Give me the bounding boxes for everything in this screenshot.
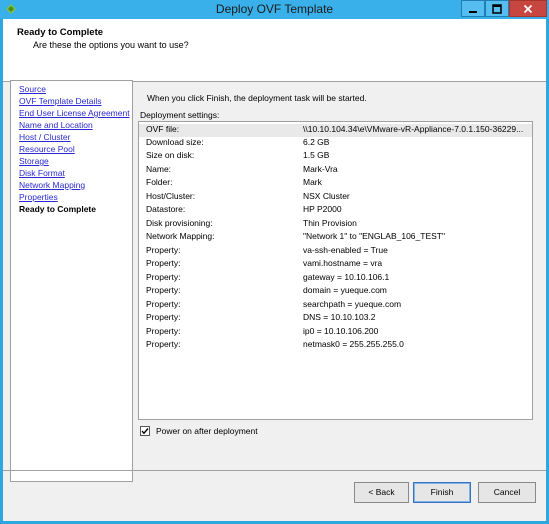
setting-key: Download size: — [146, 137, 204, 147]
cancel-button[interactable]: Cancel — [478, 482, 536, 503]
maximize-icon — [492, 4, 502, 14]
settings-row[interactable]: Name: Mark-Vra — [139, 164, 532, 177]
power-on-checkbox[interactable] — [140, 426, 150, 436]
close-icon — [523, 4, 533, 14]
setting-key: Disk provisioning: — [146, 218, 213, 228]
minimize-button[interactable] — [461, 0, 485, 17]
settings-row[interactable]: Host/Cluster: NSX Cluster — [139, 191, 532, 204]
setting-value: searchpath = yueque.com — [303, 299, 402, 309]
settings-row[interactable]: Property: vami.hostname = vra — [139, 258, 532, 271]
setting-value: "Network 1" to "ENGLAB_106_TEST" — [303, 231, 445, 241]
wizard-header: Ready to Complete Are these the options … — [3, 19, 546, 82]
setting-value: 6.2 GB — [303, 137, 330, 147]
setting-key: Property: — [146, 326, 181, 336]
settings-row[interactable]: Disk provisioning: Thin Provision — [139, 218, 532, 231]
dialog-client-area: Ready to Complete Are these the options … — [3, 19, 546, 521]
maximize-button[interactable] — [485, 0, 509, 17]
settings-row[interactable]: Property: va-ssh-enabled = True — [139, 245, 532, 258]
settings-row[interactable]: Property: domain = yueque.com — [139, 285, 532, 298]
deploy-ovf-window: Deploy OVF Template Ready to Complete Ar… — [0, 0, 549, 524]
nav-step-ovf-template-details[interactable]: OVF Template Details — [19, 96, 102, 106]
footer-divider — [3, 470, 546, 471]
finish-button[interactable]: Finish — [413, 482, 471, 503]
checkmark-icon — [141, 428, 149, 435]
setting-key: Property: — [146, 312, 181, 322]
nav-step-properties[interactable]: Properties — [19, 192, 58, 202]
setting-key: Property: — [146, 339, 181, 349]
setting-value: va-ssh-enabled = True — [303, 245, 388, 255]
settings-row[interactable]: Property: gateway = 10.10.106.1 — [139, 272, 532, 285]
setting-key: Network Mapping: — [146, 231, 215, 241]
setting-key: Property: — [146, 258, 181, 268]
page-title: Ready to Complete — [17, 27, 104, 38]
finish-intro-text: When you click Finish, the deployment ta… — [147, 93, 367, 103]
settings-row[interactable]: Network Mapping: "Network 1" to "ENGLAB_1… — [139, 231, 532, 244]
setting-value: domain = yueque.com — [303, 285, 387, 295]
nav-step-network-mapping[interactable]: Network Mapping — [19, 180, 85, 190]
setting-key: Property: — [146, 272, 181, 282]
setting-value: NSX Cluster — [303, 191, 350, 201]
setting-value: ip0 = 10.10.106.200 — [303, 326, 379, 336]
setting-key: Property: — [146, 285, 181, 295]
settings-row[interactable]: Datastore: HP P2000 — [139, 204, 532, 217]
setting-value: DNS = 10.10.103.2 — [303, 312, 376, 322]
setting-key: Host/Cluster: — [146, 191, 196, 201]
nav-step-source[interactable]: Source — [19, 84, 46, 94]
setting-value: 1.5 GB — [303, 150, 330, 160]
minimize-icon — [469, 11, 477, 13]
setting-key: Name: — [146, 164, 172, 174]
nav-step-ready-to-complete: Ready to Complete — [19, 204, 96, 214]
power-on-label[interactable]: Power on after deployment — [156, 426, 258, 436]
settings-row[interactable]: Folder: Mark — [139, 177, 532, 190]
wizard-steps-nav: Source OVF Template Details End User Lic… — [10, 80, 133, 482]
nav-step-host-cluster[interactable]: Host / Cluster — [19, 132, 71, 142]
nav-step-resource-pool[interactable]: Resource Pool — [19, 144, 75, 154]
settings-row[interactable]: Property: ip0 = 10.10.106.200 — [139, 326, 532, 339]
page-subtitle: Are these the options you want to use? — [33, 40, 189, 50]
setting-key: Datastore: — [146, 204, 186, 214]
deployment-settings-label: Deployment settings: — [140, 110, 220, 120]
nav-step-name-and-location[interactable]: Name and Location — [19, 120, 93, 130]
nav-step-eula[interactable]: End User License Agreement — [19, 108, 130, 118]
nav-step-disk-format[interactable]: Disk Format — [19, 168, 65, 178]
settings-row[interactable]: OVF file: \\10.10.104.34\e\VMware-vR-Appl… — [139, 124, 532, 137]
setting-key: Size on disk: — [146, 150, 195, 160]
deployment-settings-list[interactable]: OVF file: \\10.10.104.34\e\VMware-vR-Appl… — [138, 121, 533, 420]
nav-step-storage[interactable]: Storage — [19, 156, 49, 166]
setting-value: Thin Provision — [303, 218, 357, 228]
settings-row[interactable]: Download size: 6.2 GB — [139, 137, 532, 150]
settings-row[interactable]: Size on disk: 1.5 GB — [139, 150, 532, 163]
setting-value: vami.hostname = vra — [303, 258, 383, 268]
setting-key: Folder: — [146, 177, 173, 187]
settings-row[interactable]: Property: netmask0 = 255.255.255.0 — [139, 339, 532, 352]
settings-row[interactable]: Property: DNS = 10.10.103.2 — [139, 312, 532, 325]
setting-value: HP P2000 — [303, 204, 342, 214]
title-bar[interactable]: Deploy OVF Template — [0, 0, 549, 19]
back-button[interactable]: < Back — [354, 482, 409, 503]
setting-key: Property: — [146, 245, 181, 255]
setting-value: Mark — [303, 177, 322, 187]
setting-value: netmask0 = 255.255.255.0 — [303, 339, 404, 349]
setting-value: \\10.10.104.34\e\VMware-vR-Appliance-7.0… — [303, 124, 524, 134]
settings-row[interactable]: Property: searchpath = yueque.com — [139, 299, 532, 312]
close-button[interactable] — [509, 0, 547, 17]
setting-value: gateway = 10.10.106.1 — [303, 272, 390, 282]
setting-value: Mark-Vra — [303, 164, 338, 174]
setting-key: OVF file: — [146, 124, 180, 134]
setting-key: Property: — [146, 299, 181, 309]
